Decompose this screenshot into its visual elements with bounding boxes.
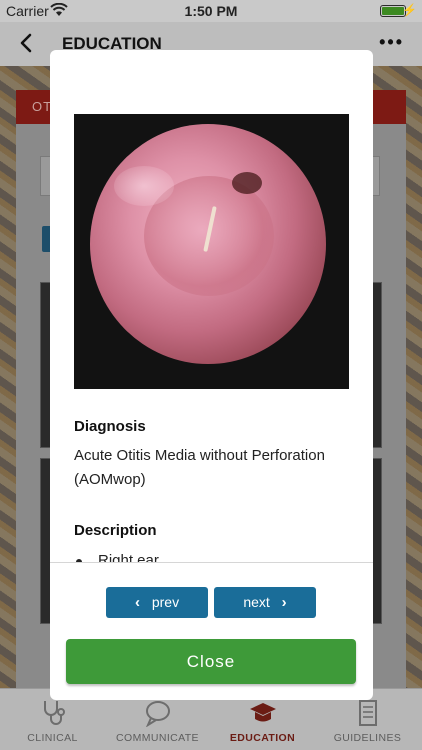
light-reflection	[114, 166, 174, 206]
close-button[interactable]: Close	[66, 639, 356, 684]
description-heading: Description	[74, 522, 157, 539]
modal-scroll-area[interactable]: Diagnosis Acute Otitis Media without Per…	[50, 50, 373, 562]
status-bar: Carrier 1:50 PM ⚡	[0, 0, 422, 22]
dark-spot	[232, 172, 262, 194]
chevron-right-icon: ›	[281, 594, 287, 611]
diagnosis-modal: Diagnosis Acute Otitis Media without Per…	[50, 50, 373, 700]
tab-label: COMMUNICATE	[116, 732, 199, 744]
speech-bubble-icon	[146, 701, 170, 727]
tab-label: GUIDELINES	[333, 732, 402, 744]
prev-button[interactable]: ‹ prev	[106, 587, 208, 618]
document-icon	[359, 700, 377, 726]
otoscope-image	[74, 114, 349, 389]
next-button[interactable]: next ›	[214, 587, 316, 618]
stethoscope-icon	[44, 701, 65, 725]
diagnosis-heading: Diagnosis	[74, 418, 146, 435]
description-list-item: Right ear	[76, 552, 159, 562]
back-arrow-icon[interactable]	[14, 30, 40, 56]
more-options-button[interactable]: •••	[379, 32, 404, 53]
modal-divider	[50, 562, 373, 563]
next-label: next	[243, 594, 270, 610]
prev-label: prev	[151, 594, 180, 610]
tab-label: CLINICAL	[27, 732, 78, 744]
charging-icon: ⚡	[402, 3, 417, 17]
graduation-cap-icon	[250, 703, 276, 722]
tab-label: EDUCATION	[229, 732, 296, 744]
diagnosis-text: Acute Otitis Media without Perforation (…	[74, 447, 325, 488]
clock: 1:50 PM	[184, 3, 238, 19]
chevron-left-icon: ‹	[134, 594, 140, 611]
description-item-text: Right ear	[98, 552, 159, 562]
